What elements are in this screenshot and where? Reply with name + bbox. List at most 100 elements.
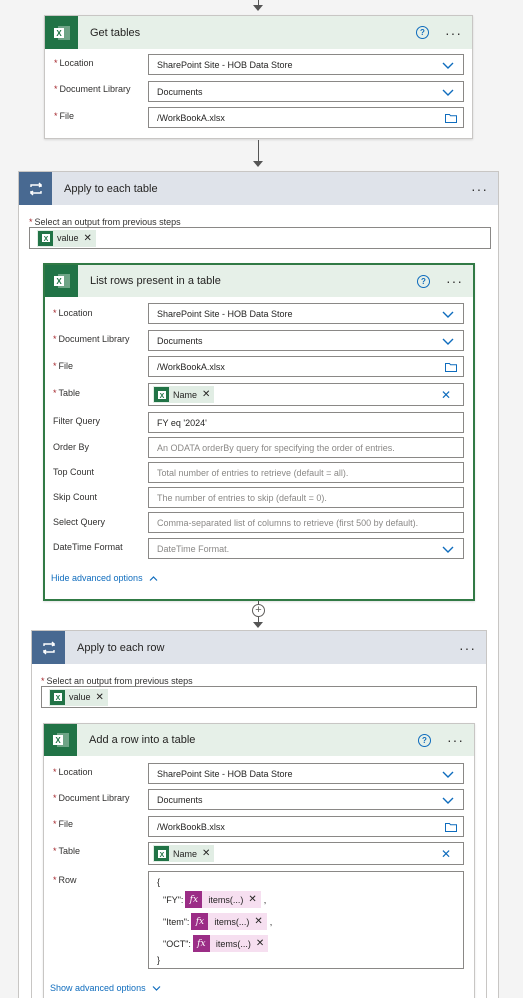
json-entry-fy: "FY": fx items(...) ✕ , — [163, 891, 266, 908]
card-title: List rows present in a table — [90, 275, 221, 287]
table-field[interactable]: X Name ✕ ✕ — [148, 383, 464, 406]
file-picker[interactable]: /WorkBookA.xlsx — [148, 356, 464, 377]
connector — [258, 140, 259, 162]
folder-icon[interactable] — [445, 113, 457, 123]
close-icon[interactable]: ✕ — [248, 894, 256, 905]
dynamic-token[interactable]: X Name ✕ — [153, 386, 215, 403]
library-dropdown[interactable]: Documents — [148, 789, 464, 810]
chevron-down-icon — [442, 771, 454, 778]
excel-icon: X — [38, 230, 53, 246]
file-label: * File — [53, 819, 74, 829]
excel-icon: X — [45, 265, 78, 297]
list-rows-card[interactable]: X List rows present in a table ? ··· * Lo… — [43, 263, 475, 601]
select-output-field[interactable]: X value ✕ — [41, 686, 477, 708]
library-dropdown[interactable]: Documents — [148, 330, 464, 351]
file-picker[interactable]: /WorkBookA.xlsx — [148, 107, 464, 128]
card-header[interactable]: X Get tables ? ··· — [45, 16, 472, 49]
more-icon[interactable]: ··· — [471, 182, 488, 196]
excel-icon: X — [50, 689, 65, 705]
select-output-label: * Select an output from previous steps — [41, 676, 193, 686]
chevron-down-icon — [442, 546, 454, 553]
library-dropdown[interactable]: Documents — [148, 81, 464, 102]
dynamic-token[interactable]: X Name ✕ — [153, 845, 215, 862]
location-dropdown[interactable]: SharePoint Site - HOB Data Store — [148, 763, 464, 784]
dynamic-token[interactable]: X value ✕ — [49, 688, 108, 706]
file-picker[interactable]: /WorkBookB.xlsx — [148, 816, 464, 837]
select-output-field[interactable]: X value ✕ — [29, 227, 491, 249]
svg-text:X: X — [159, 852, 164, 859]
card-header[interactable]: X List rows present in a table ? ··· — [45, 265, 473, 297]
excel-icon: X — [44, 724, 77, 756]
close-icon[interactable]: ✕ — [84, 233, 92, 244]
help-icon[interactable]: ? — [417, 274, 430, 288]
location-label: * Location — [53, 767, 93, 777]
location-label: * Location — [53, 308, 93, 318]
svg-text:X: X — [55, 695, 60, 702]
fx-icon: fx — [185, 891, 203, 908]
chevron-down-icon — [152, 986, 161, 991]
table-label: * Table — [53, 846, 81, 856]
row-json-editor[interactable]: { "FY": fx items(...) ✕ , "Item": fx ite… — [148, 871, 464, 969]
svg-text:X: X — [55, 736, 61, 745]
chevron-down-icon — [442, 89, 454, 96]
select-output-label: * Select an output from previous steps — [29, 217, 181, 227]
library-label: * Document Library — [53, 793, 130, 803]
card-title: Apply to each table — [64, 182, 158, 195]
chevron-down-icon — [442, 311, 454, 318]
hide-advanced-options-link[interactable]: Hide advanced options — [51, 573, 158, 583]
location-label: * Location — [54, 58, 94, 68]
order-by-label: Order By — [53, 442, 90, 452]
folder-icon[interactable] — [445, 822, 457, 832]
skip-count-input[interactable]: The number of entries to skip (default =… — [148, 487, 464, 508]
chevron-up-icon — [149, 576, 158, 582]
chevron-down-icon — [442, 338, 454, 345]
clear-icon[interactable]: ✕ — [441, 847, 451, 861]
skip-count-label: Skip Count — [53, 492, 98, 502]
location-dropdown[interactable]: SharePoint Site - HOB Data Store — [148, 54, 464, 75]
card-header[interactable]: X Add a row into a table ? ··· — [44, 724, 474, 756]
filter-query-input[interactable]: FY eq '2024' — [148, 412, 464, 433]
show-advanced-options-link[interactable]: Show advanced options — [50, 983, 161, 993]
arrow-down-icon — [253, 5, 263, 11]
dynamic-token[interactable]: X value ✕ — [37, 229, 96, 247]
fx-icon: fx — [191, 913, 209, 930]
fx-icon: fx — [192, 935, 210, 952]
plus-icon[interactable]: + — [252, 604, 265, 617]
help-icon[interactable]: ? — [416, 26, 429, 39]
top-count-input[interactable]: Total number of entries to retrieve (def… — [148, 462, 464, 483]
get-tables-card[interactable]: X Get tables ? ··· * Location SharePoint … — [44, 15, 473, 139]
close-icon[interactable]: ✕ — [254, 916, 262, 927]
filter-query-label: Filter Query — [53, 416, 101, 426]
expression-token[interactable]: fx items(...) ✕ — [185, 891, 261, 908]
location-dropdown[interactable]: SharePoint Site - HOB Data Store — [148, 303, 464, 324]
table-field[interactable]: X Name ✕ ✕ — [148, 842, 464, 865]
close-icon[interactable]: ✕ — [202, 389, 210, 400]
close-icon[interactable]: ✕ — [202, 848, 210, 859]
excel-icon: X — [45, 16, 78, 49]
row-label: * Row — [53, 875, 77, 885]
more-icon[interactable]: ··· — [445, 26, 462, 40]
arrow-down-icon — [253, 161, 263, 167]
excel-icon: X — [154, 387, 169, 402]
clear-icon[interactable]: ✕ — [441, 388, 451, 402]
close-icon[interactable]: ✕ — [256, 938, 264, 949]
expression-token[interactable]: fx items(...) ✕ — [192, 935, 269, 952]
more-icon[interactable]: ··· — [446, 274, 463, 288]
json-open-brace: { — [157, 877, 161, 887]
file-label: * File — [53, 361, 74, 371]
more-icon[interactable]: ··· — [459, 641, 476, 655]
datetime-format-dropdown[interactable]: DateTime Format. — [148, 538, 464, 559]
card-header[interactable]: Apply to each row ··· — [32, 631, 486, 664]
expression-token[interactable]: fx items(...) ✕ — [191, 913, 267, 930]
file-label: * File — [54, 111, 75, 121]
folder-icon[interactable] — [445, 362, 457, 372]
help-icon[interactable]: ? — [418, 733, 431, 747]
card-header[interactable]: Apply to each table ··· — [19, 172, 498, 205]
more-icon[interactable]: ··· — [447, 733, 464, 747]
close-icon[interactable]: ✕ — [96, 692, 104, 703]
card-title: Add a row into a table — [89, 734, 196, 746]
arrow-down-icon — [253, 622, 263, 628]
order-by-input[interactable]: An ODATA orderBy query for specifying th… — [148, 437, 464, 458]
select-query-input[interactable]: Comma-separated list of columns to retri… — [148, 512, 464, 533]
add-row-card[interactable]: X Add a row into a table ? ··· * Location… — [43, 723, 475, 998]
